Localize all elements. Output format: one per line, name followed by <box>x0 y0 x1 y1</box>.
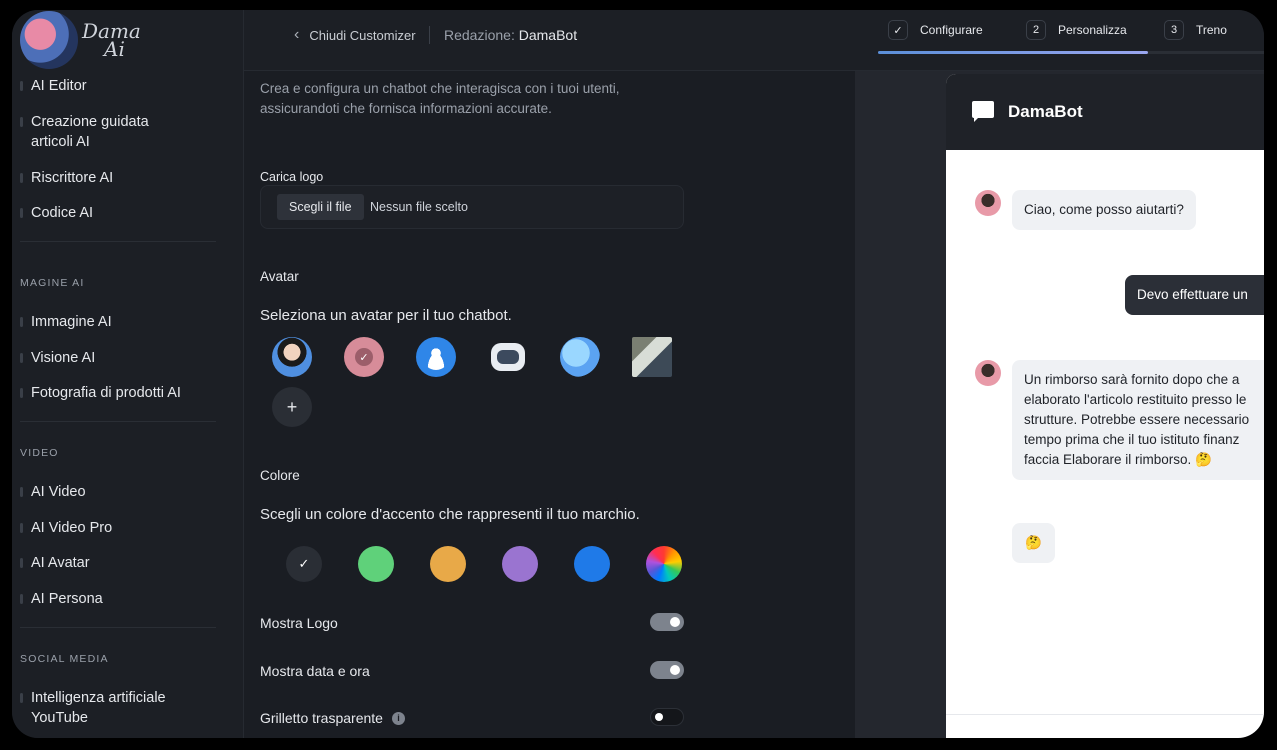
sidebar-item-image[interactable]: Immagine AI <box>12 312 112 332</box>
transparent-trigger-row: Grilletto trasparente i <box>260 710 405 726</box>
show-logo-label: Mostra Logo <box>260 615 338 631</box>
sidebar-item-ai-video[interactable]: AI Video <box>12 482 86 502</box>
step-configure[interactable]: ✓ Configurare <box>888 20 983 40</box>
sidebar-divider <box>20 241 216 242</box>
step-progress-track <box>1148 51 1264 54</box>
step-label: Personalizza <box>1058 23 1127 37</box>
sidebar-item-ai-persona[interactable]: AI Persona <box>12 589 103 609</box>
step-number: 2 <box>1026 20 1046 40</box>
show-datetime-toggle[interactable] <box>650 661 684 679</box>
chat-preview: DamaBot Ciao, come posso aiutarti? Devo … <box>946 74 1264 738</box>
avatar-option-woman[interactable] <box>272 337 312 377</box>
chevron-left-icon: ‹ <box>294 26 300 43</box>
editing-title: Redazione: DamaBot <box>444 27 578 43</box>
close-customizer-link[interactable]: ‹ Chiudi Customizer <box>294 26 416 44</box>
wizard-steps: ✓ Configurare 2 Personalizza 3 Treno <box>878 10 1264 71</box>
avatar-option-chat-bubble[interactable] <box>560 337 600 377</box>
sidebar-section-video: VIDEO <box>20 447 59 459</box>
brain-logo-icon <box>20 11 78 69</box>
avatar-title: Avatar <box>260 269 299 284</box>
chat-message-bot-emoji: 🤔 <box>1012 523 1055 563</box>
sidebar-item-article-wizard[interactable]: Creazione guidata articoli AI <box>12 112 182 152</box>
avatar-option-user[interactable] <box>416 337 456 377</box>
logo-text: Dama Ai <box>82 19 141 61</box>
sidebar-item-ai-video-pro[interactable]: AI Video Pro <box>12 518 112 538</box>
bot-avatar <box>975 190 1001 216</box>
chat-footer-divider <box>946 714 1264 715</box>
brand-logo[interactable]: Dama Ai <box>20 10 210 70</box>
step-progress-bar <box>878 51 1148 54</box>
color-swatch-blue[interactable] <box>574 546 610 582</box>
check-icon: ✓ <box>298 556 310 571</box>
sidebar-divider <box>20 627 216 628</box>
check-icon: ✓ <box>355 348 373 366</box>
chat-message-user: Devo effettuare un <box>1125 275 1264 315</box>
app-window: Dama Ai AI Editor Creazione guidata arti… <box>12 10 1264 738</box>
choose-file-button[interactable]: Scegli il file <box>277 194 364 220</box>
chat-bot-name: DamaBot <box>1008 102 1083 121</box>
chat-header: DamaBot <box>946 74 1264 150</box>
editing-bot-name: DamaBot <box>518 27 578 43</box>
sidebar-item-ai-avatar[interactable]: AI Avatar <box>12 553 90 573</box>
sidebar-divider <box>20 421 216 422</box>
color-swatch-orange[interactable] <box>430 546 466 582</box>
avatar-option-photo[interactable] <box>632 337 672 377</box>
step-label: Treno <box>1196 23 1227 37</box>
transparent-trigger-label: Grilletto trasparente <box>260 710 383 726</box>
robot-icon <box>491 343 525 371</box>
step-train[interactable]: 3 Treno <box>1164 20 1227 40</box>
sidebar-section-image: MAGINE AI <box>20 277 85 289</box>
sidebar-item-code[interactable]: Codice AI <box>12 203 93 223</box>
show-logo-toggle[interactable] <box>650 613 684 631</box>
sidebar-item-vision[interactable]: Visione AI <box>12 348 95 368</box>
intro-text: Crea e configura un chatbot che interagi… <box>260 81 620 116</box>
avatar-option-selected[interactable]: ✓ <box>344 337 384 377</box>
sidebar-item-rewriter[interactable]: Riscrittore AI <box>12 168 113 188</box>
avatar-description: Seleziona un avatar per il tuo chatbot. <box>260 307 512 324</box>
sidebar: Dama Ai AI Editor Creazione guidata arti… <box>12 10 244 738</box>
avatar-option-robot[interactable] <box>488 337 528 377</box>
color-description: Scegli un colore d'accento che rappresen… <box>260 506 640 523</box>
top-bar: ‹ Chiudi Customizer Redazione: DamaBot ✓… <box>244 10 1264 71</box>
color-swatch-green[interactable] <box>358 546 394 582</box>
add-avatar-button[interactable]: + <box>272 387 312 427</box>
transparent-trigger-toggle[interactable] <box>650 708 684 726</box>
step-customize[interactable]: 2 Personalizza <box>1026 20 1127 40</box>
step-number: 3 <box>1164 20 1184 40</box>
logo-upload-label: Carica logo <box>260 170 324 184</box>
color-swatch-purple[interactable] <box>502 546 538 582</box>
user-icon <box>423 344 449 370</box>
show-datetime-label: Mostra data e ora <box>260 663 370 679</box>
sidebar-item-ai-editor[interactable]: AI Editor <box>12 76 87 96</box>
sidebar-item-product-photo[interactable]: Fotografia di prodotti AI <box>12 383 181 403</box>
color-title: Colore <box>260 468 300 483</box>
config-panel: Crea e configura un chatbot che interagi… <box>244 71 855 738</box>
close-customizer-label: Chiudi Customizer <box>309 27 416 43</box>
chat-message-bot: Ciao, come posso aiutarti? <box>1012 190 1196 230</box>
divider <box>429 26 430 44</box>
check-icon: ✓ <box>888 20 908 40</box>
bot-avatar <box>975 360 1001 386</box>
sidebar-item-youtube-ai[interactable]: Intelligenza artificiale YouTube <box>12 688 182 728</box>
logo-file-input[interactable]: Scegli il file Nessun file scelto <box>260 185 684 229</box>
chat-check-icon <box>972 101 996 123</box>
file-status: Nessun file scelto <box>370 200 468 214</box>
color-picker-wheel[interactable] <box>646 546 682 582</box>
info-icon[interactable]: i <box>391 711 405 725</box>
chat-message-bot: Un rimborso sarà fornito dopo che a elab… <box>1012 360 1264 480</box>
step-label: Configurare <box>920 23 983 37</box>
sidebar-section-social: SOCIAL MEDIA <box>20 653 109 665</box>
color-swatch-dark-selected[interactable]: ✓ <box>286 546 322 582</box>
